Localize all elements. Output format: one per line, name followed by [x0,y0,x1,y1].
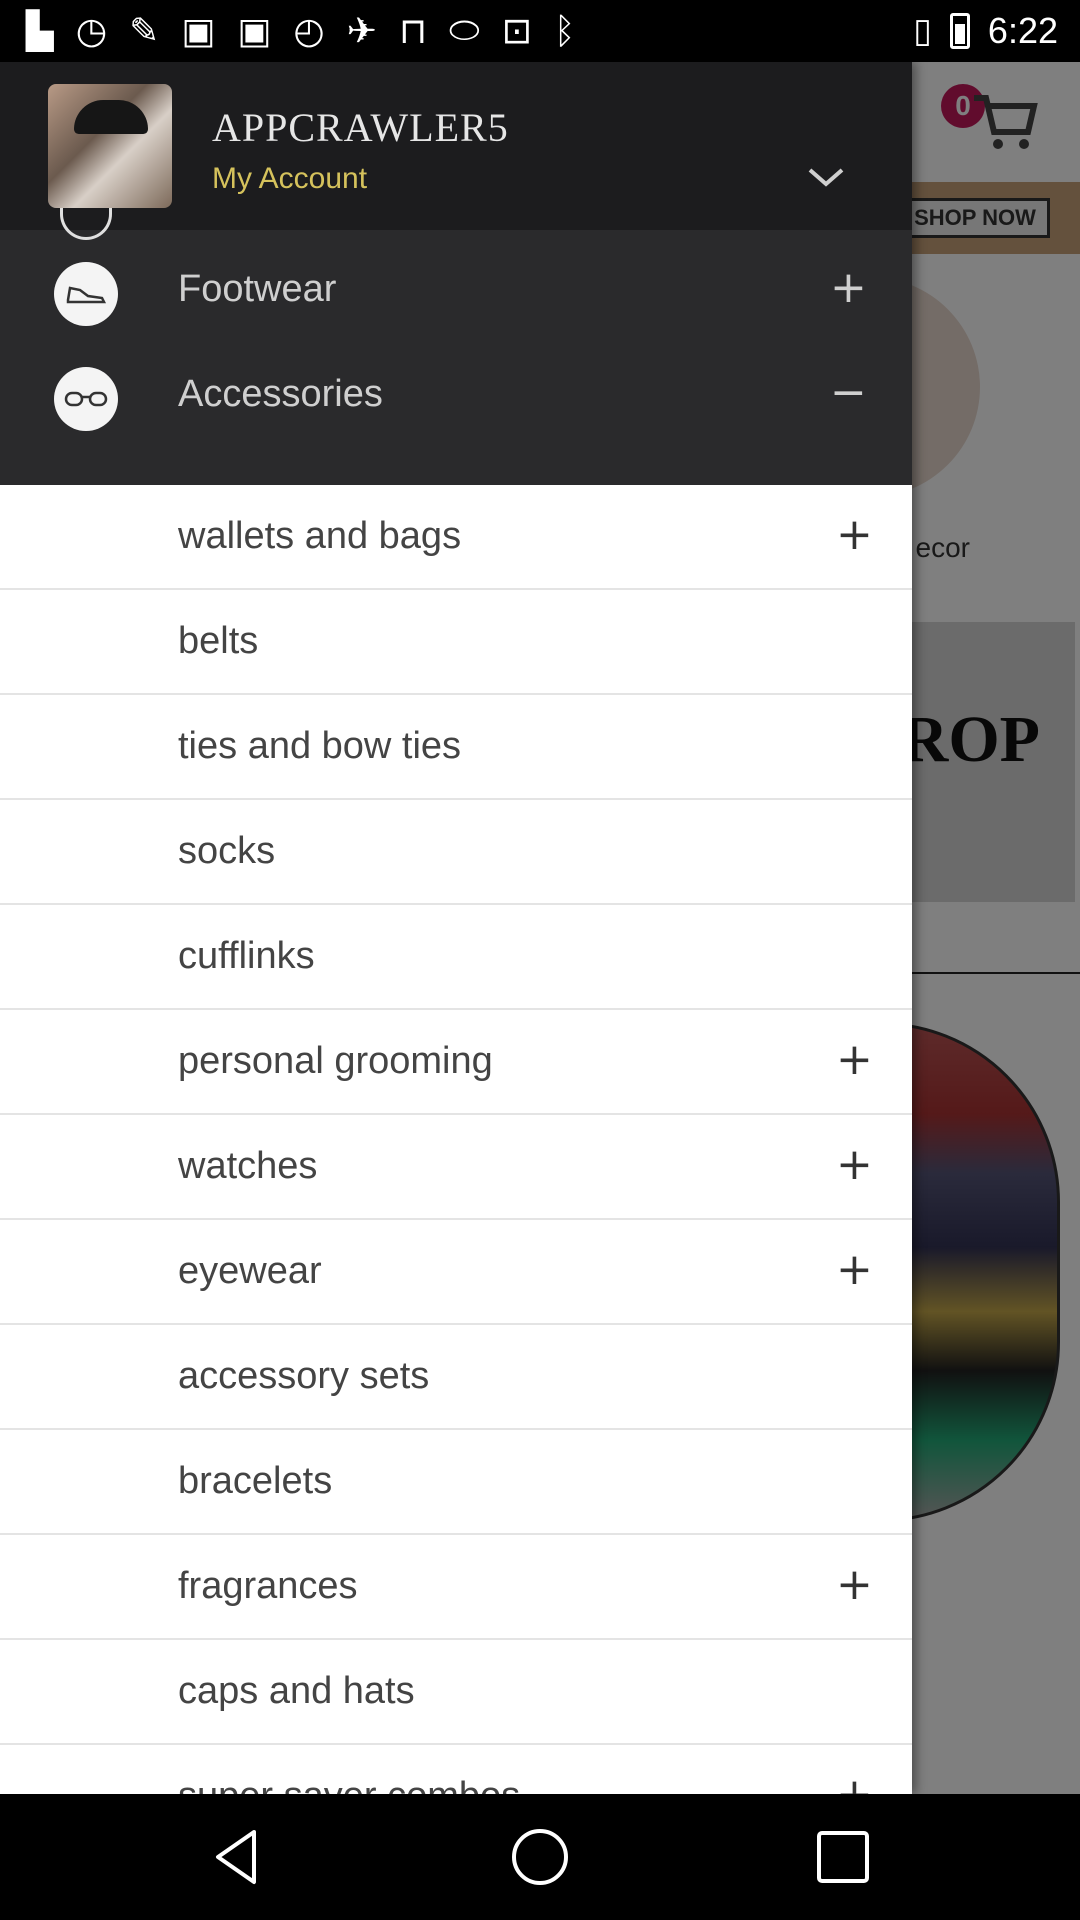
status-right: ▯ 6:22 [913,0,1058,62]
list-item[interactable]: super saver combos + [0,1745,912,1794]
nfc-icon: ▣ [181,10,216,52]
subcategory-label: personal grooming [178,1040,493,1082]
subcategory-label: fragrances [178,1565,358,1607]
wrench-icon: ✎ [129,10,160,52]
nfc-icon: ▣ [237,10,272,52]
subcategory-list: wallets and bags + belts ties and bow ti… [0,485,912,1794]
subcategory-label: bracelets [178,1460,333,1502]
bluetooth-icon: ᛒ [553,10,576,52]
status-left-icons: ▙ ◷ ✎ ▣ ▣ ◴ ✈ ⊓ ⬭ ⊡ ᛒ [0,10,576,52]
subcategory-label: accessory sets [178,1355,430,1397]
battery-icon [949,13,970,49]
subcategory-label: watches [178,1145,318,1187]
fake-gps-icon: ✈ [346,10,377,52]
toggle-icon: ⬭ [449,10,480,51]
list-item[interactable]: accessory sets [0,1325,912,1430]
expand-icon[interactable]: + [830,262,867,313]
avatar[interactable] [48,84,172,208]
subcategory-label: belts [178,620,259,662]
category-label: Accessories [178,373,383,415]
list-item[interactable]: fragrances + [0,1535,912,1640]
subcategory-label: wallets and bags [178,515,462,557]
flipboard-icon: ▙ [26,10,54,52]
plus-icon[interactable]: + [836,1034,873,1085]
category-accessories[interactable]: Accessories − [0,345,912,450]
subcategory-label: cufflinks [178,935,315,977]
category-list: Footwear + Accessories − [0,208,912,485]
navigation-drawer: APPCRAWLER5 My Account Footwear + Access… [0,62,912,1794]
list-item[interactable]: personal grooming + [0,1010,912,1115]
plus-icon[interactable]: + [836,1769,873,1794]
list-item[interactable]: watches + [0,1115,912,1220]
list-item[interactable]: socks [0,800,912,905]
screen: ▙ ◷ ✎ ▣ ▣ ◴ ✈ ⊓ ⬭ ⊡ ᛒ ▯ 6:22 0 SHOP NOW [0,0,1080,1920]
subcategory-label: caps and hats [178,1670,415,1712]
list-item[interactable]: ties and bow ties [0,695,912,800]
list-item[interactable]: bracelets [0,1430,912,1535]
status-bar: ▙ ◷ ✎ ▣ ▣ ◴ ✈ ⊓ ⬭ ⊡ ᛒ ▯ 6:22 [0,0,1080,62]
username: APPCRAWLER5 [212,105,509,150]
system-nav-bar [0,1794,1080,1920]
status-time: 6:22 [987,10,1058,51]
list-item[interactable]: belts [0,590,912,695]
avatar-image [74,100,148,134]
list-item[interactable]: eyewear + [0,1220,912,1325]
partial-category-icon [60,208,112,240]
recents-icon[interactable] [810,1824,876,1890]
plus-icon[interactable]: + [836,1244,873,1295]
list-item[interactable]: cufflinks [0,905,912,1010]
back-icon[interactable] [204,1824,270,1890]
inbox-icon: ⊡ [501,10,532,52]
subcategory-label: socks [178,830,276,872]
subcategory-label: ties and bow ties [178,725,462,767]
vibrate-icon: ▯ [913,11,932,51]
home-icon[interactable] [507,1824,573,1890]
collapse-icon[interactable]: − [830,367,867,418]
glasses-icon [54,367,118,431]
category-label: Footwear [178,268,337,310]
speed-icon: ◴ [293,10,325,52]
list-item[interactable]: caps and hats [0,1640,912,1745]
subcategory-label: super saver combos [178,1775,520,1794]
alarm-icon: ◷ [75,10,108,52]
list-item[interactable]: wallets and bags + [0,485,912,590]
plus-icon[interactable]: + [836,509,873,560]
plus-icon[interactable]: + [836,1139,873,1190]
drawer-header: APPCRAWLER5 My Account [0,62,912,230]
lock-icon: ⊓ [398,10,427,52]
plus-icon[interactable]: + [836,1559,873,1610]
category-footwear[interactable]: Footwear + [0,240,912,345]
subcategory-label: eyewear [178,1250,322,1292]
my-account-link[interactable]: My Account [212,162,367,196]
shoe-icon [54,262,118,326]
chevron-down-icon[interactable] [804,162,848,192]
